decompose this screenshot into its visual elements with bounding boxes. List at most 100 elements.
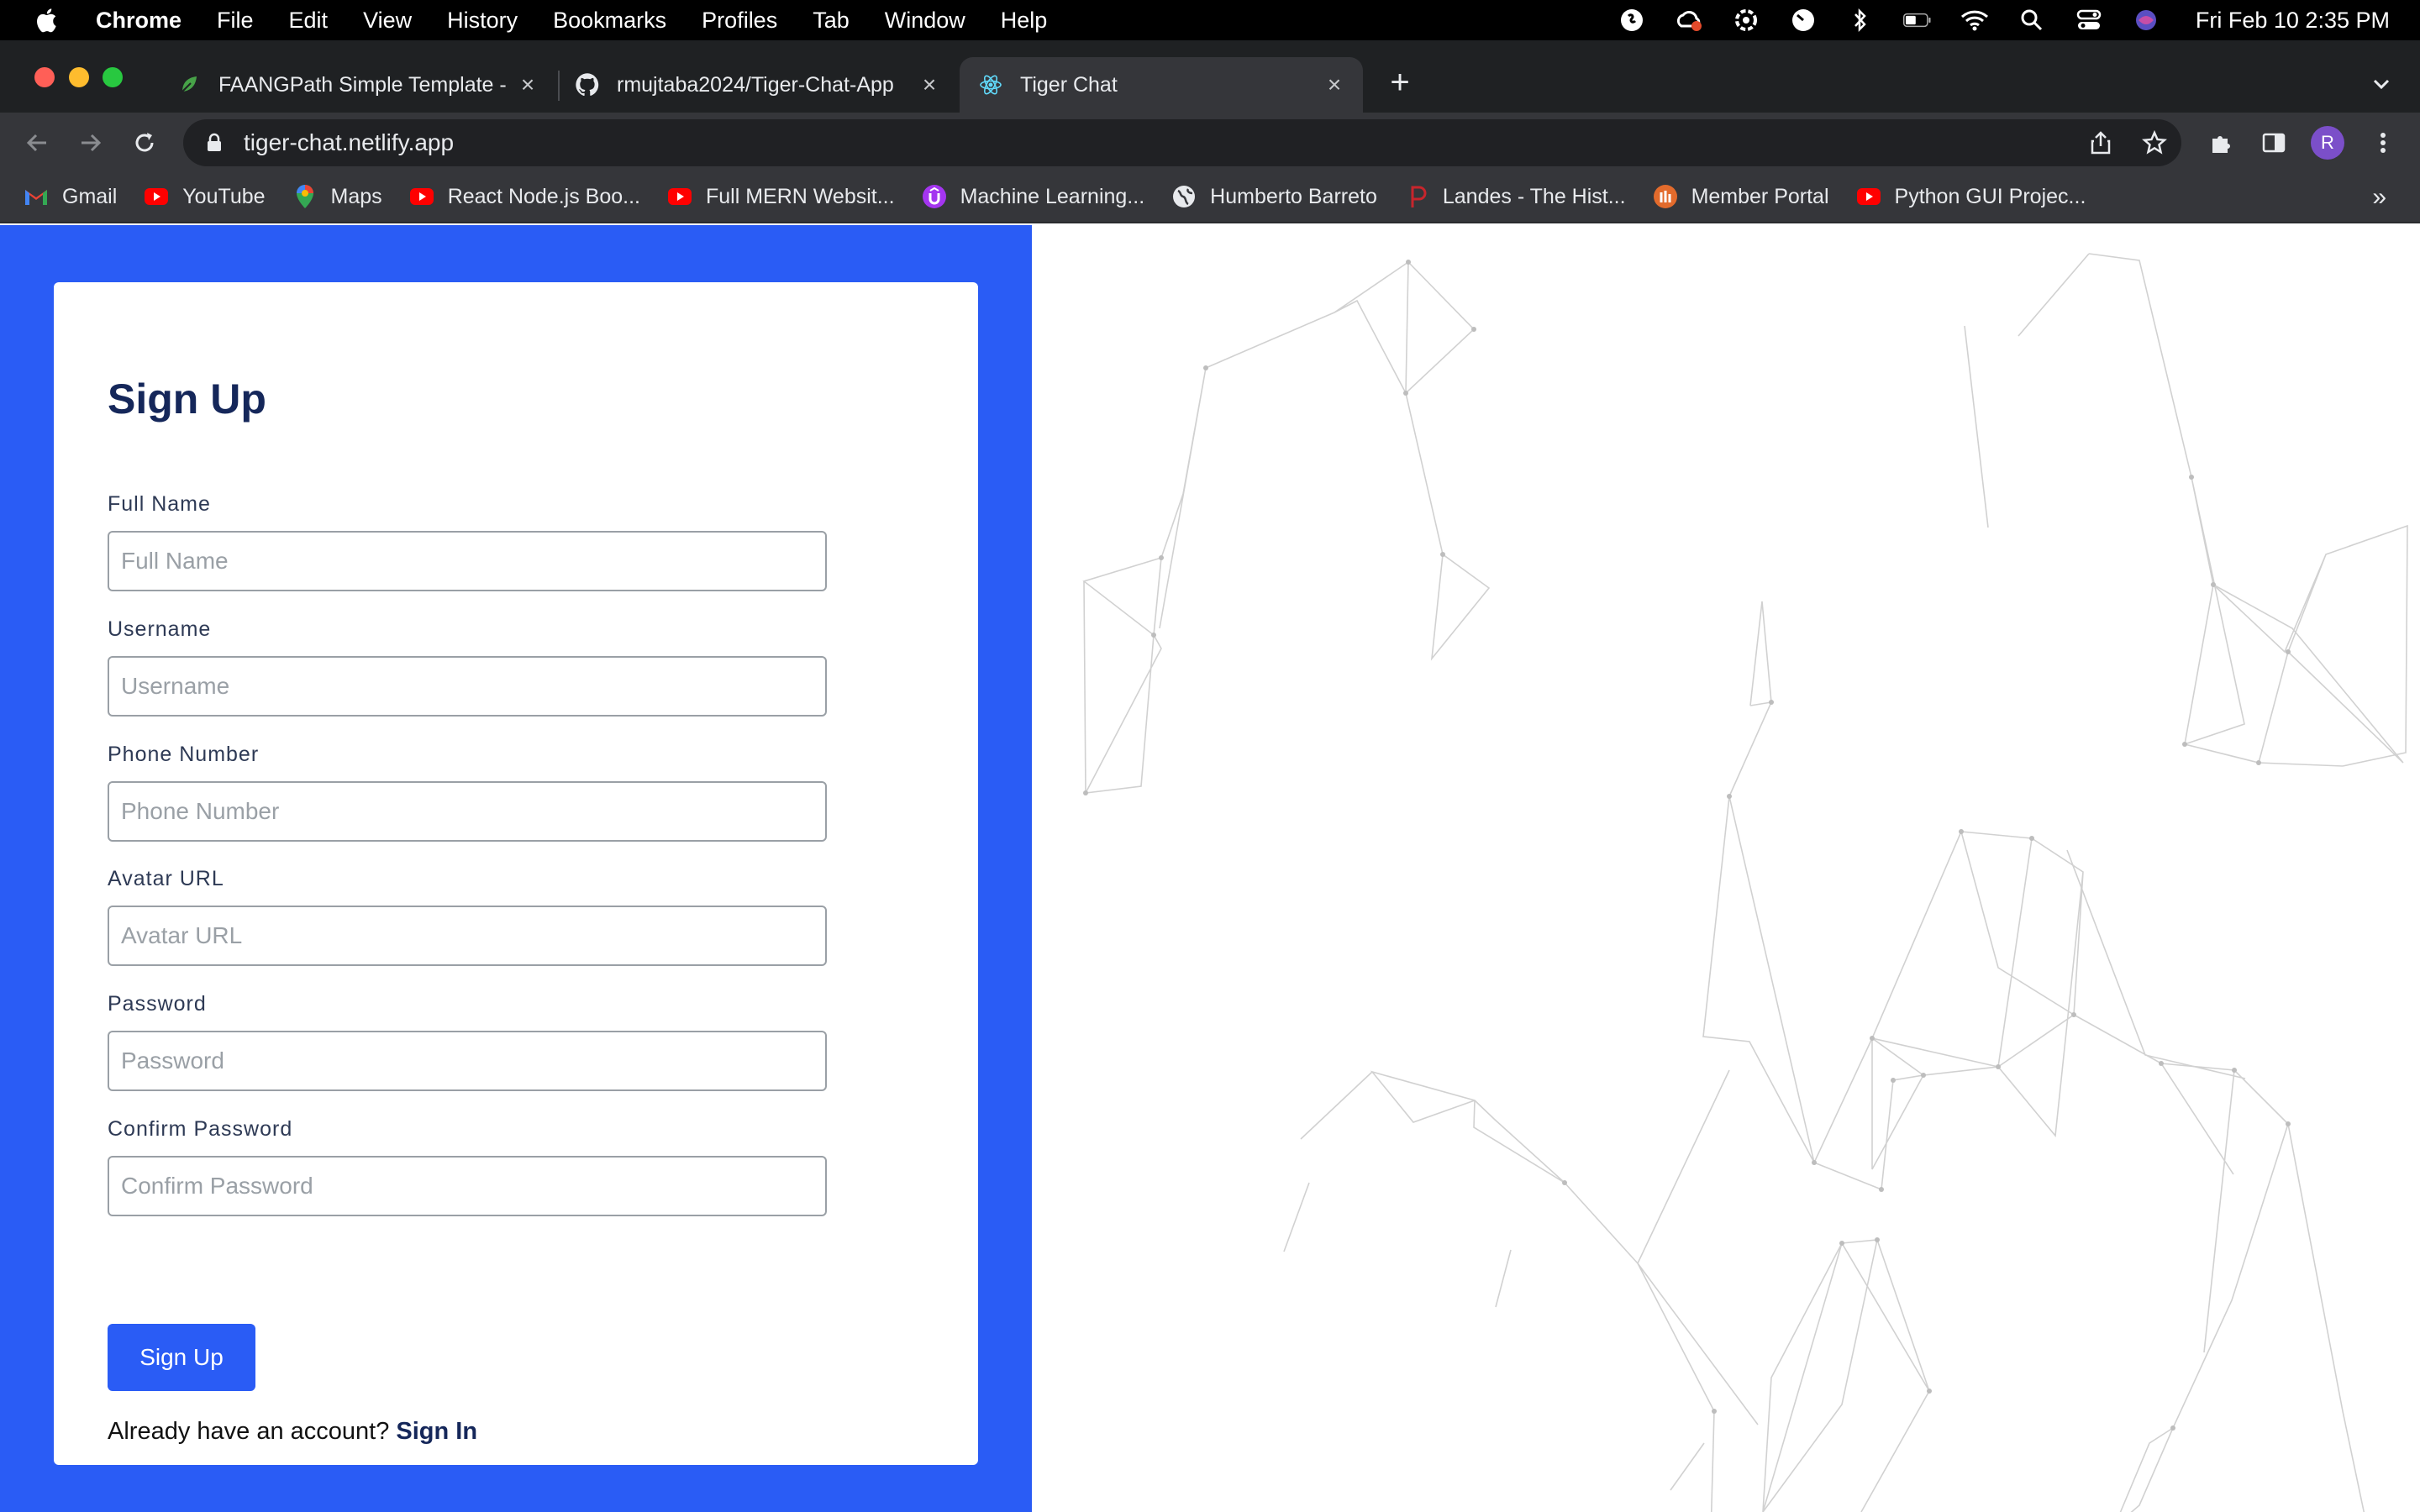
new-tab-button[interactable]: + — [1385, 66, 1415, 99]
menu-window[interactable]: Window — [885, 8, 965, 34]
bookmark-python-gui[interactable]: Python GUI Projec... — [1856, 184, 2086, 209]
bookmark-youtube[interactable]: YouTube — [144, 184, 266, 209]
leaf-icon — [176, 72, 202, 97]
phone-number-label: Phone Number — [108, 743, 260, 766]
signin-prompt-text: Already have an account? — [108, 1418, 390, 1445]
avatar-url-label: Avatar URL — [108, 867, 224, 890]
page-title: Sign Up — [108, 375, 266, 423]
p-icon — [1404, 184, 1429, 209]
confirm-password-input[interactable] — [108, 1156, 827, 1216]
extensions-icon[interactable] — [2207, 128, 2237, 158]
side-panel-icon[interactable] — [2259, 128, 2289, 158]
menu-tab[interactable]: Tab — [813, 8, 850, 34]
bookmark-label: Humberto Barreto — [1210, 184, 1377, 208]
tab-close-icon[interactable]: × — [1323, 71, 1346, 97]
window-maximize-button[interactable] — [103, 67, 123, 87]
bookmark-machine-learning[interactable]: Machine Learning... — [922, 184, 1145, 209]
bookmark-react-node[interactable]: React Node.js Boo... — [409, 184, 640, 209]
bookmark-label: Full MERN Websit... — [705, 184, 895, 208]
tab-title: Tiger Chat — [1020, 72, 1118, 97]
maps-icon — [292, 184, 318, 209]
back-button[interactable] — [22, 128, 52, 158]
forward-button[interactable] — [76, 128, 106, 158]
tab-title: rmujtaba2024/Tiger-Chat-App — [617, 72, 894, 97]
bookmark-gmail[interactable]: Gmail — [24, 184, 117, 209]
username-input[interactable] — [108, 656, 827, 717]
siri-icon[interactable] — [2132, 6, 2160, 34]
bookmark-label: Maps — [330, 184, 382, 208]
password-label: Password — [108, 992, 207, 1016]
bookmark-label: YouTube — [182, 184, 266, 208]
tab-faangpath[interactable]: FAANGPath Simple Template - × — [161, 57, 556, 113]
bookmark-member-portal[interactable]: Member Portal — [1653, 184, 1829, 209]
tab-close-icon[interactable]: × — [918, 71, 941, 97]
timer-icon[interactable] — [1789, 6, 1818, 34]
udemy-icon — [922, 184, 947, 209]
bookmark-full-mern[interactable]: Full MERN Websit... — [667, 184, 895, 209]
window-minimize-button[interactable] — [69, 67, 89, 87]
bookmark-landes[interactable]: Landes - The Hist... — [1404, 184, 1626, 209]
shazam-icon[interactable] — [1618, 6, 1646, 34]
tab-close-icon[interactable]: × — [516, 71, 539, 97]
menu-history[interactable]: History — [447, 8, 518, 34]
window-close-button[interactable] — [34, 67, 55, 87]
tab-tiger-chat[interactable]: Tiger Chat × — [960, 57, 1363, 113]
bookmark-humberto-barreto[interactable]: Humberto Barreto — [1171, 184, 1377, 209]
portal-icon — [1653, 184, 1678, 209]
username-label: Username — [108, 617, 212, 641]
bookmark-label: Gmail — [62, 184, 118, 208]
menu-app-name[interactable]: Chrome — [96, 8, 182, 34]
decorative-network-panel — [1032, 225, 2420, 1512]
menu-file[interactable]: File — [217, 8, 254, 34]
wifi-icon[interactable] — [1960, 6, 1989, 34]
menu-help[interactable]: Help — [1001, 8, 1048, 34]
sign-up-button[interactable]: Sign Up — [108, 1324, 255, 1391]
lock-icon[interactable] — [203, 132, 225, 154]
confirm-password-label: Confirm Password — [108, 1117, 293, 1141]
bookmarks-overflow-button[interactable]: » — [2372, 183, 2386, 212]
network-graph-illustration — [1082, 253, 2408, 1512]
signup-card: Sign Up Full Name Username Phone Number … — [54, 282, 978, 1465]
youtube-icon — [144, 184, 169, 209]
phone-number-input[interactable] — [108, 781, 827, 842]
sign-in-link[interactable]: Sign In — [396, 1418, 477, 1445]
tab-github[interactable]: rmujtaba2024/Tiger-Chat-App × — [560, 57, 958, 113]
bookmark-label: Member Portal — [1691, 184, 1829, 208]
menu-edit[interactable]: Edit — [289, 8, 329, 34]
full-name-label: Full Name — [108, 492, 211, 516]
tab-search-chevron-icon[interactable] — [2368, 71, 2395, 97]
globe-icon — [1171, 184, 1197, 209]
menu-view[interactable]: View — [363, 8, 412, 34]
control-center-icon[interactable] — [2075, 6, 2103, 34]
bookmark-label: Landes - The Hist... — [1442, 184, 1626, 208]
bookmark-label: Python GUI Projec... — [1894, 184, 2086, 208]
page-content: Sign Up Full Name Username Phone Number … — [0, 225, 2420, 1512]
url-text[interactable]: tiger-chat.netlify.app — [244, 129, 454, 156]
address-bar[interactable]: tiger-chat.netlify.app — [183, 119, 2181, 166]
youtube-icon — [409, 184, 434, 209]
bookmarks-bar: Gmail YouTube Maps React Node.js Boo... … — [0, 171, 2420, 223]
share-icon[interactable] — [2086, 128, 2116, 158]
battery-icon[interactable] — [1902, 6, 1932, 34]
gmail-icon — [24, 184, 49, 209]
apple-icon[interactable] — [34, 6, 62, 34]
bookmark-label: Machine Learning... — [960, 184, 1145, 208]
chrome-menu-icon[interactable] — [2368, 128, 2398, 158]
avatar-url-input[interactable] — [108, 906, 827, 966]
creative-cloud-icon[interactable] — [1675, 6, 1703, 34]
bluetooth-icon[interactable] — [1846, 6, 1875, 34]
bookmark-label: React Node.js Boo... — [447, 184, 640, 208]
bookmark-star-icon[interactable] — [2139, 128, 2170, 158]
menu-bookmarks[interactable]: Bookmarks — [553, 8, 666, 34]
menu-profiles[interactable]: Profiles — [702, 8, 777, 34]
signup-panel: Sign Up Full Name Username Phone Number … — [0, 225, 1032, 1512]
gear-badge-icon[interactable] — [1732, 6, 1760, 34]
reload-button[interactable] — [129, 128, 160, 158]
profile-avatar[interactable]: R — [2311, 126, 2344, 160]
bookmark-maps[interactable]: Maps — [292, 184, 382, 209]
full-name-input[interactable] — [108, 531, 827, 591]
menubar-clock[interactable]: Fri Feb 10 2:35 PM — [2196, 8, 2390, 34]
password-input[interactable] — [108, 1031, 827, 1091]
spotlight-search-icon[interactable] — [2018, 6, 2046, 34]
menu-bar: Chrome File Edit View History Bookmarks … — [0, 0, 2420, 40]
